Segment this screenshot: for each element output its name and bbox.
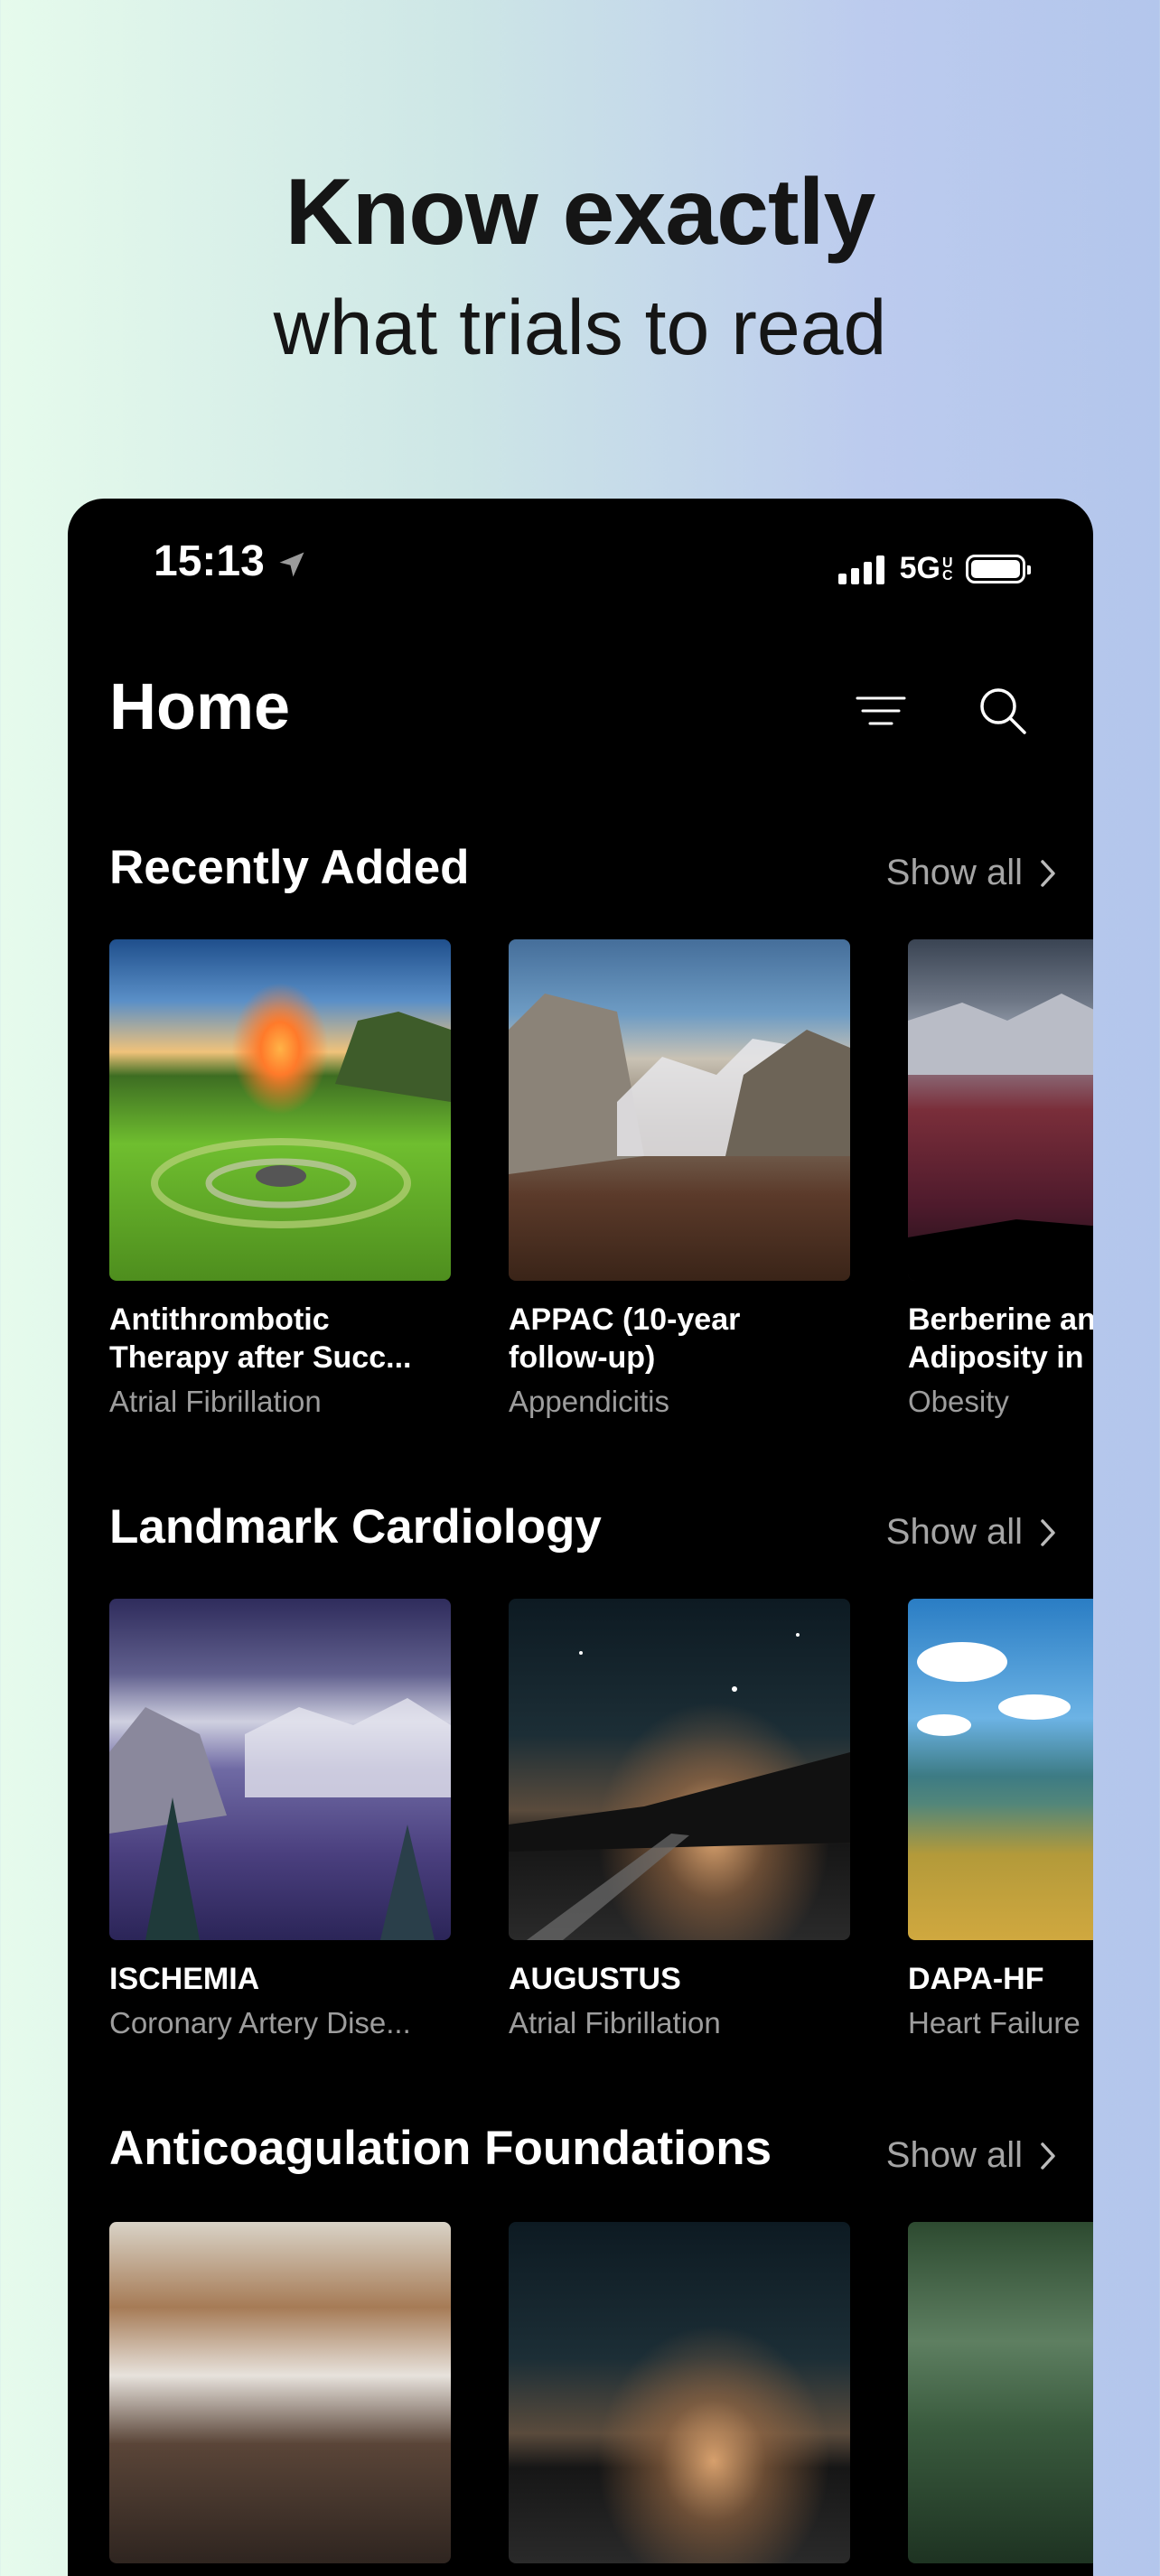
signal-icon <box>837 554 889 584</box>
status-time: 15:13 <box>154 537 265 585</box>
card-thumbnail <box>908 1599 1093 1940</box>
card-row-recently-added: Antithrombotic Therapy after Succ... Atr… <box>109 939 1093 1422</box>
card-thumbnail <box>908 939 1093 1281</box>
card-title: AUGUSTUS <box>509 1962 681 1996</box>
network-suffix: UC <box>942 555 953 583</box>
card-subtitle: Obesity <box>908 1385 1009 1418</box>
section-title-landmark-cardiology: Landmark Cardiology <box>109 1500 602 1554</box>
search-icon <box>980 688 1026 734</box>
card-thumbnail <box>509 1599 850 1940</box>
card-thumbnail <box>109 2222 451 2563</box>
network-label: 5G <box>899 551 940 585</box>
card-subtitle: Coronary Artery Dise... <box>109 2006 411 2039</box>
network-indicator: 5G UC <box>900 551 955 586</box>
location-arrow-icon <box>279 552 304 577</box>
card-subtitle: Appendicitis <box>509 1385 669 1418</box>
card-subtitle: Atrial Fibrillation <box>509 2006 721 2039</box>
card-title: Berberine and Adiposity in <box>908 1302 1093 1375</box>
filter-lines-icon <box>856 696 906 725</box>
trial-card[interactable]: AUGUSTUS Atrial Fibrillation <box>509 1599 850 2043</box>
show-all-landmark-cardiology[interactable]: Show all <box>886 1512 1057 1553</box>
hero-subtitle: what trials to read <box>273 285 887 371</box>
section-title-anticoagulation-foundations: Anticoagulation Foundations <box>109 2122 772 2175</box>
page-title: Home <box>109 671 291 743</box>
show-all-label: Show all <box>885 853 1023 892</box>
section-title-recently-added: Recently Added <box>109 841 470 894</box>
trial-card[interactable]: APPAC (10-year follow-up) Appendicitis <box>509 939 850 1422</box>
card-row-anticoagulation-foundations <box>109 2222 1093 2563</box>
show-all-label: Show all <box>885 2135 1023 2175</box>
card-thumbnail <box>109 939 451 1281</box>
card-subtitle: Atrial Fibrillation <box>109 1385 322 1418</box>
chevron-right-icon <box>1041 859 1055 887</box>
show-all-recently-added[interactable]: Show all <box>886 853 1057 893</box>
card-subtitle: Heart Failure <box>908 2006 1080 2039</box>
trial-card[interactable] <box>509 2222 850 2563</box>
trial-card[interactable]: Berberine and Adiposity in Obesity <box>908 939 1093 1422</box>
phone-screen: 15:13 5G UC Home Recently Added Show all… <box>68 499 1093 2576</box>
trial-card[interactable]: Antithrombotic Therapy after Succ... Atr… <box>109 939 451 1422</box>
chevron-right-icon <box>1041 2142 1055 2170</box>
card-title: Antithrombotic Therapy after Succ... <box>109 1302 412 1375</box>
card-title: ISCHEMIA <box>109 1962 260 1996</box>
status-indicators: 5G UC <box>837 551 1031 586</box>
show-all-label: Show all <box>885 1512 1023 1552</box>
battery-icon <box>966 554 1031 583</box>
card-title: APPAC (10-year follow-up) <box>509 1302 741 1375</box>
card-title: DAPA-HF <box>908 1962 1044 1996</box>
card-thumbnail <box>109 1599 451 1940</box>
chevron-right-icon <box>1041 1518 1055 1546</box>
card-thumbnail <box>908 2222 1093 2563</box>
trial-card[interactable]: ISCHEMIA Coronary Artery Dise... <box>109 1599 451 2043</box>
card-row-landmark-cardiology: ISCHEMIA Coronary Artery Dise... AUGUSTU… <box>109 1599 1093 2043</box>
filter-button[interactable] <box>849 679 912 742</box>
card-thumbnail <box>509 939 850 1281</box>
search-button[interactable] <box>971 679 1034 742</box>
trial-card[interactable] <box>908 2222 1093 2563</box>
trial-card[interactable]: DAPA-HF Heart Failure <box>908 1599 1093 2043</box>
trial-card[interactable] <box>109 2222 451 2563</box>
card-thumbnail <box>509 2222 850 2563</box>
show-all-anticoagulation-foundations[interactable]: Show all <box>886 2135 1057 2176</box>
hero-title: Know exactly <box>285 160 876 265</box>
